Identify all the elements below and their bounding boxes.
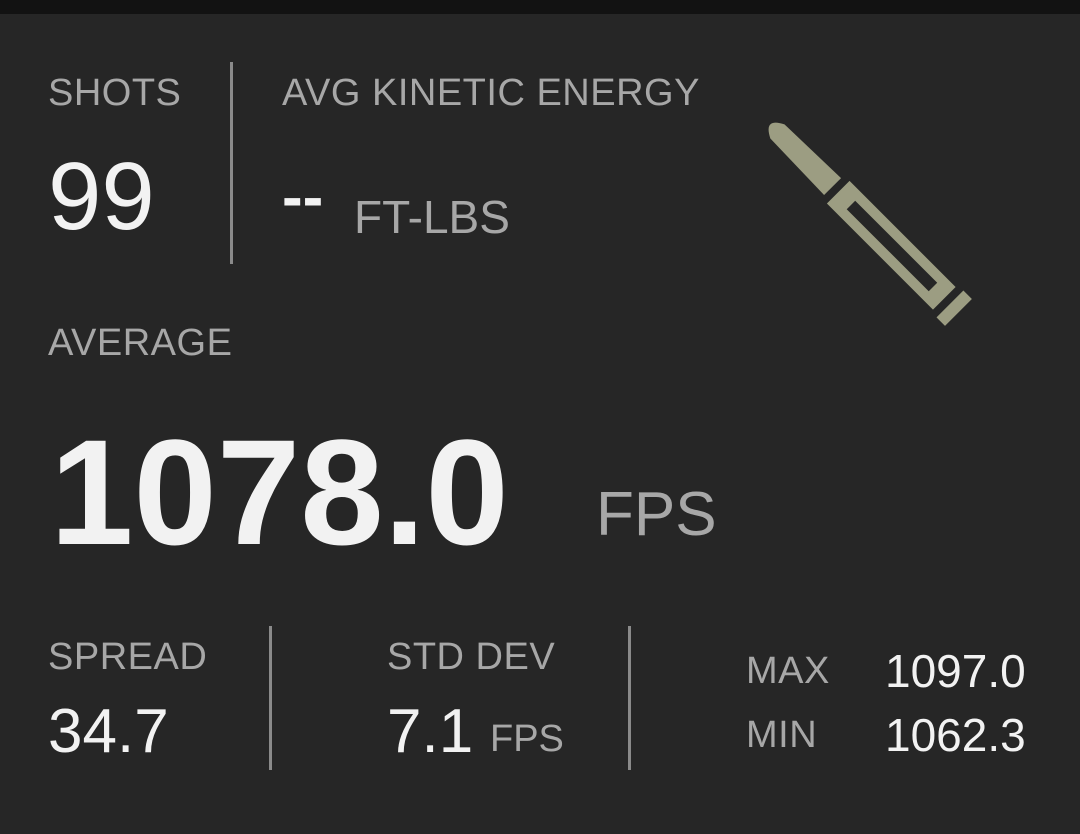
spread-value: 34.7 [48,697,169,766]
divider-spread-stddev [269,626,272,770]
std-dev-unit: FPS [490,718,564,760]
std-dev-value: 7.1 [387,697,474,766]
divider-shots-energy [230,62,233,264]
kinetic-energy-unit: FT-LBS [354,191,510,243]
kinetic-energy-value: -- [282,163,324,232]
shots-value: 99 [48,143,155,250]
top-bar [0,0,1080,14]
max-value: 1097.0 [885,645,1026,697]
average-label: AVERAGE [48,322,233,364]
min-value: 1062.3 [885,709,1026,761]
kinetic-energy-label: AVG KINETIC ENERGY [282,72,700,114]
average-unit: FPS [596,480,717,549]
std-dev-label: STD DEV [387,636,556,678]
min-label: MIN [746,714,818,756]
spread-label: SPREAD [48,636,208,678]
average-value: 1078.0 [50,408,509,576]
max-label: MAX [746,650,830,692]
bullet-icon [768,122,972,326]
shots-label: SHOTS [48,72,182,114]
divider-stddev-maxmin [628,626,631,770]
chronograph-summary-card: SHOTS 99 AVG KINETIC ENERGY -- FT-LBS AV… [0,14,1080,834]
